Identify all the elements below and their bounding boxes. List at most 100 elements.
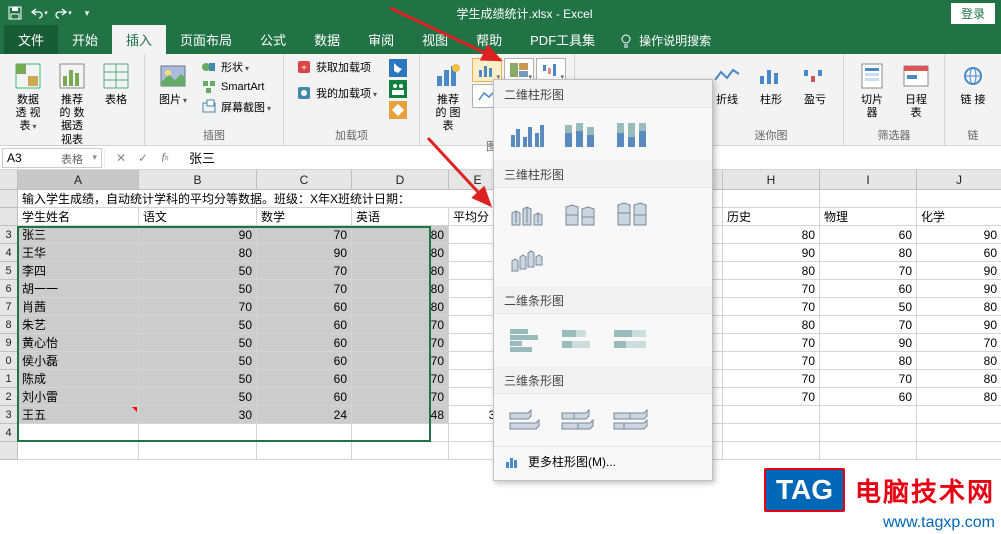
recommended-charts-button[interactable]: 推荐的 图表 <box>428 58 468 136</box>
redo-icon[interactable]: ▾ <box>52 2 74 24</box>
data-cell[interactable]: 90 <box>917 226 1001 244</box>
row-header[interactable]: 8 <box>0 316 18 334</box>
cell[interactable] <box>917 442 1001 460</box>
data-cell[interactable]: 90 <box>917 280 1001 298</box>
screenshot-button[interactable]: 屏幕截图 <box>197 98 275 116</box>
cell[interactable] <box>139 424 257 442</box>
row-header[interactable]: 7 <box>0 298 18 316</box>
pictures-button[interactable]: 图片 <box>153 58 193 125</box>
tab-file[interactable]: 文件 <box>4 25 58 54</box>
data-cell[interactable]: 60 <box>820 226 917 244</box>
cell[interactable] <box>917 190 1001 208</box>
data-cell[interactable]: 60 <box>257 352 352 370</box>
data-cell[interactable]: 80 <box>723 316 820 334</box>
sparkline-line-button[interactable]: 折线 <box>707 58 747 125</box>
clustered-column-3d[interactable] <box>506 196 548 232</box>
data-cell[interactable]: 80 <box>352 244 449 262</box>
data-cell[interactable]: 70 <box>723 298 820 316</box>
data-cell[interactable]: 80 <box>917 370 1001 388</box>
data-cell[interactable]: 80 <box>352 298 449 316</box>
tab-help[interactable]: 帮助 <box>462 25 516 54</box>
cell[interactable] <box>257 442 352 460</box>
data-cell[interactable]: 70 <box>723 388 820 406</box>
data-cell[interactable]: 70 <box>257 280 352 298</box>
cell[interactable] <box>257 424 352 442</box>
clustered-column-2d[interactable] <box>506 116 548 152</box>
data-cell[interactable]: 60 <box>257 388 352 406</box>
cancel-icon[interactable]: ✕ <box>111 148 131 168</box>
data-cell[interactable]: 70 <box>352 334 449 352</box>
data-cell[interactable]: 80 <box>917 352 1001 370</box>
data-cell[interactable]: 70 <box>723 352 820 370</box>
data-cell[interactable]: 50 <box>139 352 257 370</box>
data-cell[interactable]: 70 <box>352 370 449 388</box>
data-cell[interactable]: 70 <box>723 280 820 298</box>
cell[interactable] <box>723 424 820 442</box>
name-cell[interactable]: 侯小磊 <box>18 352 139 370</box>
row-header[interactable] <box>0 190 18 208</box>
enter-icon[interactable]: ✓ <box>133 148 153 168</box>
column-header[interactable]: I <box>820 170 917 190</box>
label-cell[interactable]: 学生姓名 <box>18 208 139 226</box>
data-cell[interactable]: 70 <box>917 334 1001 352</box>
data-cell[interactable]: 24 <box>257 406 352 424</box>
name-cell[interactable]: 张三 <box>18 226 139 244</box>
data-cell[interactable]: 80 <box>820 352 917 370</box>
row-header[interactable]: 6 <box>0 280 18 298</box>
data-cell[interactable] <box>917 406 1001 424</box>
data-cell[interactable] <box>820 406 917 424</box>
data-cell[interactable]: 80 <box>139 244 257 262</box>
name-cell[interactable]: 王华 <box>18 244 139 262</box>
data-cell[interactable]: 30 <box>139 406 257 424</box>
label-cell[interactable]: 英语 <box>352 208 449 226</box>
data-cell[interactable]: 90 <box>257 244 352 262</box>
label-cell[interactable]: 语文 <box>139 208 257 226</box>
data-cell[interactable]: 50 <box>139 280 257 298</box>
qat-customize-icon[interactable]: ▾ <box>76 2 98 24</box>
column-3d[interactable] <box>506 242 548 278</box>
data-cell[interactable]: 70 <box>723 370 820 388</box>
name-cell[interactable]: 刘小雷 <box>18 388 139 406</box>
slicer-button[interactable]: 切片器 <box>852 58 892 125</box>
data-cell[interactable]: 50 <box>139 316 257 334</box>
row-header[interactable]: 1 <box>0 370 18 388</box>
cell[interactable] <box>820 442 917 460</box>
tab-layout[interactable]: 页面布局 <box>166 25 246 54</box>
stacked-bar-3d[interactable] <box>558 402 600 438</box>
label-cell[interactable]: 物理 <box>820 208 917 226</box>
tab-formula[interactable]: 公式 <box>246 25 300 54</box>
cell[interactable] <box>820 424 917 442</box>
table-button[interactable]: 表格 <box>96 58 136 149</box>
stacked-column-2d[interactable] <box>558 116 600 152</box>
row-header[interactable]: 2 <box>0 388 18 406</box>
fx-icon[interactable]: fx <box>155 148 175 168</box>
data-cell[interactable]: 80 <box>723 262 820 280</box>
data-cell[interactable]: 70 <box>723 334 820 352</box>
cell[interactable] <box>723 190 820 208</box>
column-header[interactable]: J <box>917 170 1001 190</box>
data-cell[interactable]: 70 <box>820 370 917 388</box>
link-button[interactable]: 链 接 <box>953 58 993 125</box>
data-cell[interactable]: 70 <box>352 388 449 406</box>
name-cell[interactable]: 陈成 <box>18 370 139 388</box>
data-cell[interactable]: 80 <box>352 262 449 280</box>
bing-maps-icon[interactable] <box>385 58 411 78</box>
sparkline-winloss-button[interactable]: 盈亏 <box>795 58 835 125</box>
data-cell[interactable]: 50 <box>139 388 257 406</box>
stacked-100-bar-3d[interactable] <box>610 402 652 438</box>
row-header[interactable]: 0 <box>0 352 18 370</box>
data-cell[interactable]: 70 <box>820 262 917 280</box>
data-cell[interactable]: 80 <box>352 280 449 298</box>
timeline-button[interactable]: 日程表 <box>896 58 936 125</box>
cell[interactable] <box>352 424 449 442</box>
data-cell[interactable]: 50 <box>139 334 257 352</box>
data-cell[interactable]: 60 <box>820 388 917 406</box>
tab-insert[interactable]: 插入 <box>112 25 166 54</box>
data-cell[interactable]: 70 <box>352 316 449 334</box>
label-cell[interactable]: 数学 <box>257 208 352 226</box>
cell[interactable] <box>917 424 1001 442</box>
tab-review[interactable]: 审阅 <box>354 25 408 54</box>
pivot-table-button[interactable]: 数据透 视表 <box>8 58 48 149</box>
row-header[interactable]: 9 <box>0 334 18 352</box>
data-cell[interactable]: 80 <box>352 226 449 244</box>
